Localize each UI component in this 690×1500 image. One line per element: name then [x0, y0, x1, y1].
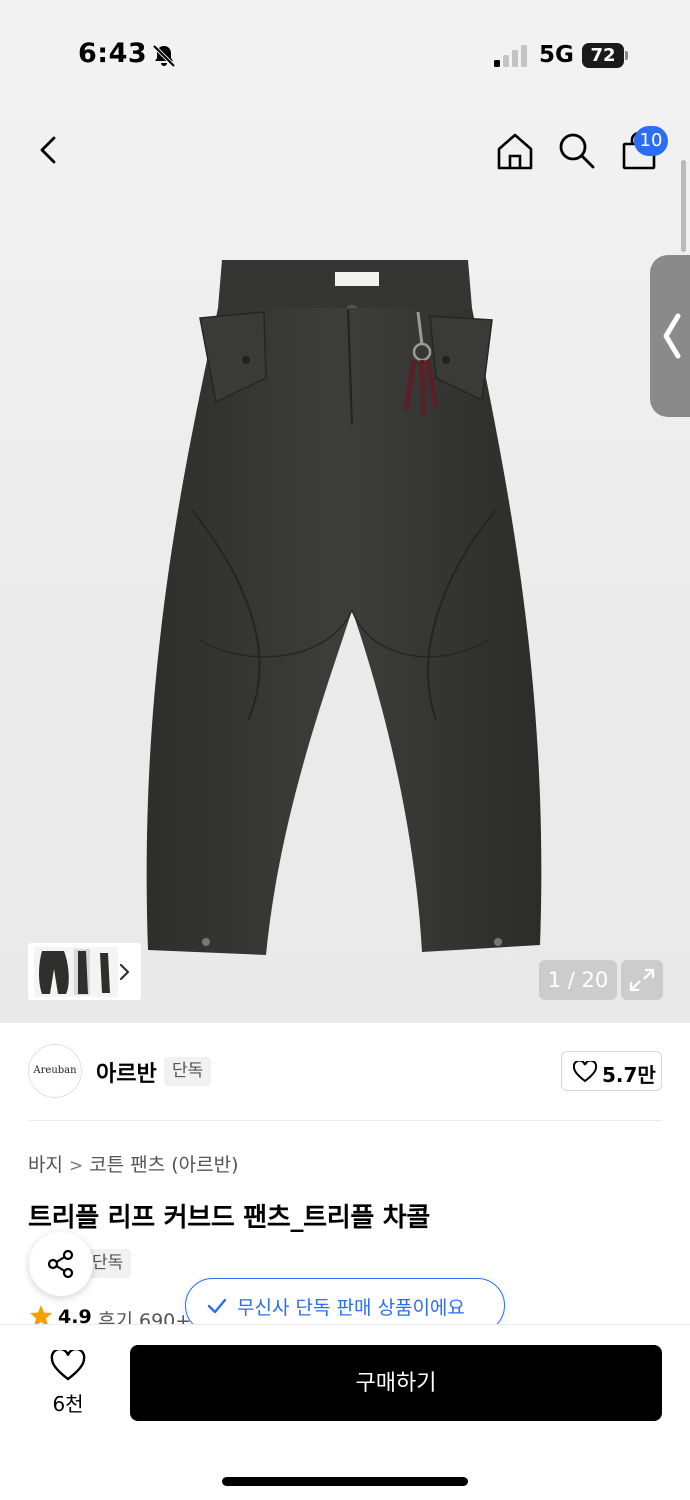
fullscreen-button[interactable] [621, 960, 663, 1000]
product-image [146, 260, 542, 955]
brand-like-button[interactable]: 5.7만 [561, 1051, 662, 1091]
brand-name[interactable]: 아르반 [96, 1056, 157, 1088]
share-icon [47, 1249, 74, 1279]
exclusive-notice-text: 무신사 단독 판매 상품이에요 [237, 1297, 465, 1319]
scrollbar-thumb[interactable] [681, 160, 686, 252]
wishlist-count: 6천 [52, 1392, 84, 1416]
back-icon[interactable] [30, 132, 66, 168]
bell-off-icon [152, 44, 176, 68]
share-button[interactable] [29, 1232, 93, 1296]
status-time: 6:43 [78, 38, 148, 69]
brand-logo[interactable]: Areuban [28, 1044, 82, 1098]
network-label: 5G [539, 42, 574, 68]
chevron-left-icon [663, 313, 681, 359]
thumbnail-image[interactable] [34, 947, 118, 997]
brand-like-count: 5.7만 [602, 1063, 656, 1087]
home-icon[interactable] [494, 130, 536, 172]
buy-button[interactable]: 구매하기 [130, 1345, 662, 1421]
cart-count-badge: 10 [634, 126, 668, 156]
battery-cap [625, 51, 628, 60]
home-indicator [222, 1477, 468, 1486]
check-icon [207, 1298, 227, 1314]
product-title: 트리플 리프 커브드 팬츠_트리플 차콜 [28, 1203, 431, 1233]
heart-icon[interactable] [50, 1350, 86, 1382]
signal-icon [494, 45, 527, 67]
chevron-right-icon: > [68, 1156, 84, 1176]
image-counter: 1 / 20 [539, 960, 617, 1000]
heart-icon [573, 1061, 597, 1083]
battery-indicator: 72 [582, 43, 628, 68]
breadcrumb-subcategory[interactable]: 코튼 팬츠 (아르반) [89, 1154, 238, 1176]
divider [28, 1120, 662, 1121]
breadcrumb-category[interactable]: 바지 [28, 1154, 63, 1176]
chevron-right-icon[interactable] [118, 960, 132, 984]
battery-level: 72 [582, 43, 624, 68]
fullscreen-icon [629, 968, 655, 992]
breadcrumb: 바지 > 코튼 팬츠 (아르반) [28, 1150, 238, 1177]
brand-exclusive-tag: 단독 [164, 1057, 212, 1086]
search-icon[interactable] [556, 130, 596, 170]
